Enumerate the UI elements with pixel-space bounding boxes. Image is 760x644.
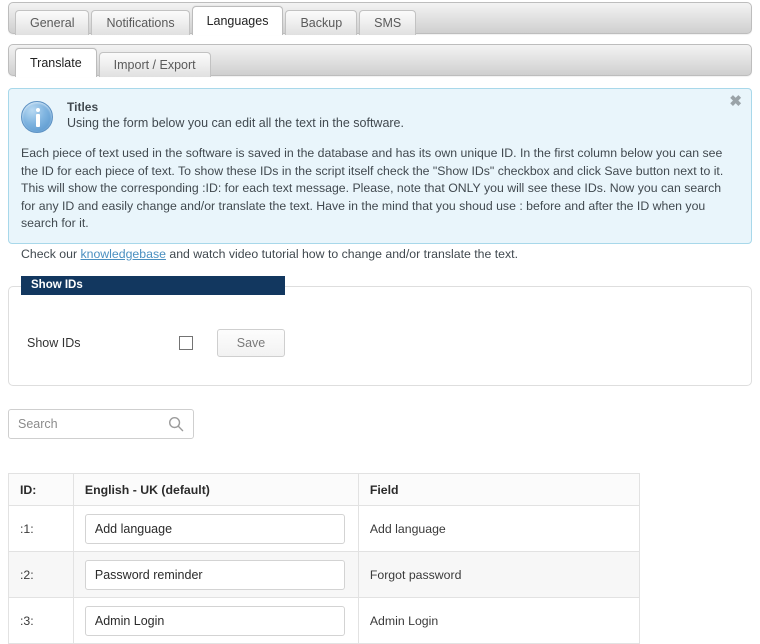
secondary-tab-list: Translate Import / Export: [15, 48, 213, 77]
info-alert-box: ✖ Titles Using the form below you can ed…: [8, 88, 752, 261]
row-value-cell: [72, 551, 359, 598]
tab-backup[interactable]: Backup: [285, 10, 358, 35]
row-field-cell: Add language: [357, 505, 641, 552]
secondary-tab-bar: Translate Import / Export: [8, 44, 752, 77]
translation-input[interactable]: [84, 559, 345, 590]
column-header-english: English - UK (default): [72, 473, 359, 506]
row-field-cell: Forgot password: [357, 551, 641, 598]
primary-tab-bar: General Notifications Languages Backup S…: [8, 2, 752, 35]
row-id-cell: :2:: [8, 551, 74, 598]
show-ids-panel-legend: Show IDs: [21, 276, 285, 295]
info-title: Titles: [67, 100, 99, 114]
tab-sms[interactable]: SMS: [359, 10, 417, 35]
table-row: :2: Forgot password: [8, 551, 641, 598]
table-head: ID: English - UK (default) Field: [8, 473, 641, 506]
save-button[interactable]: Save: [217, 329, 285, 357]
show-ids-checkbox[interactable]: [179, 336, 193, 350]
table-row: :3: Admin Login: [8, 597, 641, 644]
info-icon: [21, 101, 53, 133]
translation-input[interactable]: [84, 605, 345, 636]
table-row: :1: Add language: [8, 505, 641, 552]
info-body-text: Each piece of text used in the software …: [21, 146, 724, 230]
info-header-text: Titles Using the form below you can edit…: [67, 99, 404, 132]
tab-translate[interactable]: Translate: [15, 48, 97, 77]
translations-table: ID: English - UK (default) Field :1: Add…: [8, 473, 641, 644]
tab-general[interactable]: General: [15, 10, 90, 35]
column-header-field: Field: [357, 473, 641, 506]
tab-import-export[interactable]: Import / Export: [98, 52, 211, 77]
tab-languages[interactable]: Languages: [191, 6, 284, 35]
knowledgebase-link[interactable]: knowledgebase: [80, 247, 165, 261]
info-subtitle: Using the form below you can edit all th…: [67, 116, 404, 130]
row-value-cell: [72, 597, 359, 644]
primary-tab-list: General Notifications Languages Backup S…: [15, 6, 418, 35]
show-ids-row: Show IDs Save: [27, 329, 285, 357]
row-id-cell: :3:: [8, 597, 74, 644]
table-body: :1: Add language :2: Forgot password :3:…: [8, 505, 641, 644]
search-input[interactable]: [9, 410, 161, 438]
row-value-cell: [72, 505, 359, 552]
translation-input[interactable]: [84, 513, 345, 544]
search-box[interactable]: [8, 409, 194, 439]
info-header: Titles Using the form below you can edit…: [21, 99, 737, 133]
search-icon: [168, 416, 184, 432]
show-ids-panel: Show IDs Show IDs Save: [8, 276, 752, 386]
close-icon[interactable]: ✖: [729, 94, 742, 109]
row-field-cell: Admin Login: [357, 597, 641, 644]
tab-notifications[interactable]: Notifications: [91, 10, 190, 35]
show-ids-label: Show IDs: [27, 336, 81, 350]
info-footer-prefix: Check our: [21, 246, 81, 261]
info-footer-suffix: and watch video tutorial how to change a…: [165, 246, 518, 261]
row-id-cell: :1:: [8, 505, 74, 552]
table-header-row: ID: English - UK (default) Field: [8, 473, 641, 506]
column-header-id: ID:: [8, 473, 74, 506]
info-footer-text: Check our knowledgebase and watch video …: [21, 247, 737, 261]
